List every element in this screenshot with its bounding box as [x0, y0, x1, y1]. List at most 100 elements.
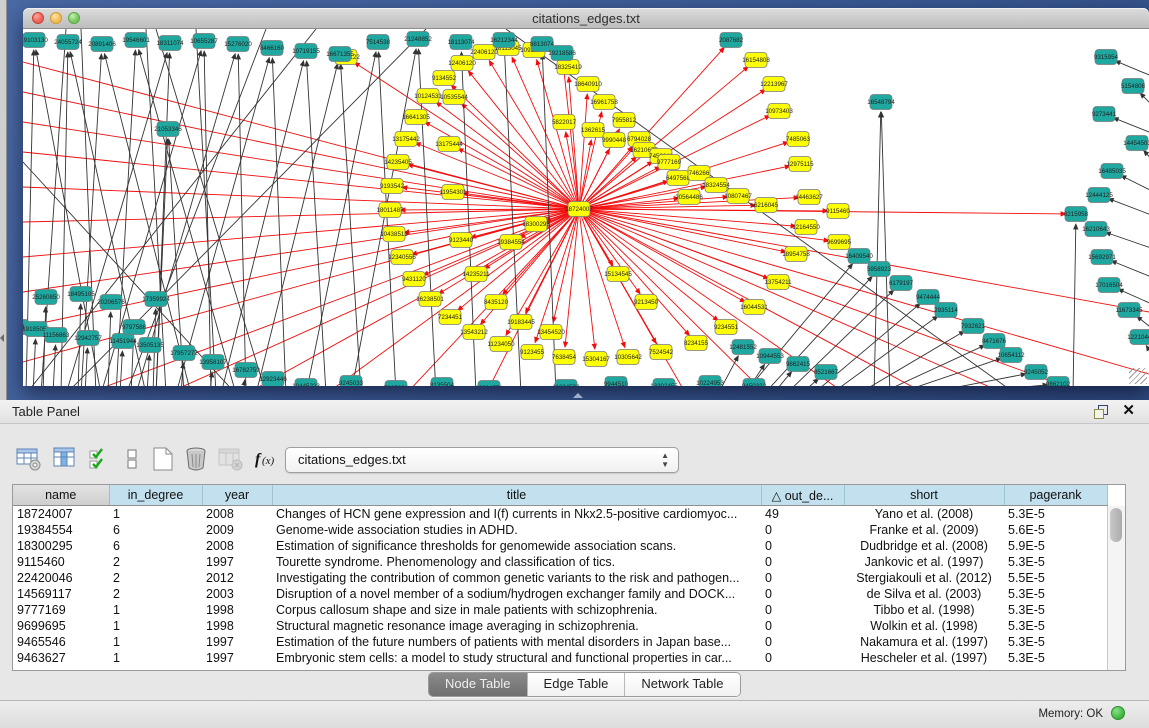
- graph-node[interactable]: 18300295: [522, 217, 550, 232]
- graph-node[interactable]: 9474444: [916, 290, 941, 305]
- graph-node[interactable]: 13543212: [460, 325, 488, 340]
- graph-node[interactable]: 7932621: [961, 319, 986, 334]
- graph-node[interactable]: 20891406: [88, 37, 116, 52]
- graph-node[interactable]: 11234050: [487, 337, 515, 352]
- graph-node[interactable]: 6179197: [889, 276, 914, 291]
- graph-node[interactable]: 16409540: [845, 249, 873, 264]
- graph-node[interactable]: 13454520: [537, 325, 565, 340]
- graph-node[interactable]: 14454503: [1123, 136, 1149, 151]
- graph-node[interactable]: 18495105: [67, 287, 95, 302]
- graph-node[interactable]: 20206576: [97, 295, 125, 310]
- graph-node[interactable]: 5958923: [867, 262, 892, 277]
- graph-node[interactable]: 7485063: [786, 132, 811, 147]
- column-header-name[interactable]: name: [13, 485, 109, 506]
- select-all-columns-button[interactable]: [86, 444, 116, 474]
- graph-node[interactable]: 2087682: [719, 33, 744, 48]
- table-row[interactable]: 2242004622012Investigating the contribut…: [13, 570, 1107, 586]
- graph-node[interactable]: 9115460: [826, 204, 850, 219]
- graph-node[interactable]: 15134545: [604, 267, 632, 282]
- function-builder-button[interactable]: f(x): [252, 444, 286, 474]
- left-collapsed-panel[interactable]: [0, 0, 7, 400]
- graph-node[interactable]: 6497568: [666, 171, 691, 186]
- table-selector-dropdown[interactable]: citations_edges.txt ▲▼: [285, 447, 679, 473]
- graph-node[interactable]: 19218586: [548, 46, 576, 61]
- graph-node[interactable]: 13754211: [764, 275, 792, 290]
- graph-node[interactable]: 9862102: [1046, 377, 1071, 387]
- graph-node[interactable]: 9862415: [786, 357, 811, 372]
- graph-node[interactable]: 13175444: [435, 137, 463, 152]
- graph-node[interactable]: 12444125: [1085, 188, 1113, 203]
- graph-node[interactable]: 12213967: [760, 77, 788, 92]
- graph-node[interactable]: 9234551: [714, 320, 739, 335]
- graph-node[interactable]: 16238501: [416, 292, 444, 307]
- tab-edge-table[interactable]: Edge Table: [528, 673, 626, 696]
- graph-node[interactable]: 9797588: [122, 320, 147, 335]
- graph-node[interactable]: 12942757: [74, 331, 102, 346]
- citation-network-graph[interactable]: 1872400710921344181130452240612012406120…: [23, 29, 1149, 386]
- graph-node[interactable]: 15692971: [1088, 250, 1116, 265]
- graph-node[interactable]: 9245052: [1024, 365, 1049, 380]
- graph-node[interactable]: 9134552: [432, 71, 457, 86]
- graph-node[interactable]: 12340556: [388, 250, 416, 265]
- graph-node[interactable]: 10944553: [756, 349, 784, 364]
- graph-node[interactable]: 16212344: [490, 33, 518, 48]
- new-column-button[interactable]: [148, 444, 178, 474]
- graph-node[interactable]: 16548794: [867, 95, 895, 110]
- graph-node[interactable]: 8234155: [684, 336, 709, 351]
- graph-node[interactable]: 24055724: [54, 35, 82, 50]
- graph-node[interactable]: 18324554: [702, 178, 730, 193]
- graph-node[interactable]: 15304167: [582, 352, 610, 367]
- graph-node[interactable]: 9990448: [602, 133, 627, 148]
- graph-node[interactable]: 11451944: [109, 334, 137, 349]
- column-header-year[interactable]: year: [202, 485, 272, 506]
- graph-node[interactable]: 16044531: [740, 300, 768, 315]
- unselect-columns-button[interactable]: [118, 444, 148, 474]
- graph-node[interactable]: 9699695: [827, 235, 852, 250]
- scrollbar-thumb[interactable]: [1110, 508, 1122, 542]
- graph-node[interactable]: 19546601: [122, 33, 150, 48]
- table-settings-button[interactable]: [14, 444, 44, 474]
- graph-node[interactable]: 10719155: [292, 44, 320, 59]
- graph-node[interactable]: 16961758: [590, 95, 618, 110]
- graph-node[interactable]: 18724007: [565, 202, 593, 217]
- graph-node[interactable]: 14235211: [462, 267, 490, 282]
- graph-node[interactable]: 21053346: [154, 122, 182, 137]
- graph-node[interactable]: 13958107: [199, 355, 227, 370]
- graph-node[interactable]: 16210643: [1082, 222, 1110, 237]
- table-row[interactable]: 1830029562008Estimation of significance …: [13, 538, 1107, 554]
- graph-node[interactable]: 7635201: [384, 381, 409, 387]
- tab-node-table[interactable]: Node Table: [429, 673, 528, 696]
- graph-node[interactable]: 9245033: [339, 376, 364, 387]
- graph-node[interactable]: 18640910: [574, 77, 602, 92]
- graph-node[interactable]: 14235405: [384, 155, 412, 170]
- graph-node[interactable]: 9315954: [1094, 50, 1119, 65]
- graph-node[interactable]: 7638454: [552, 350, 577, 365]
- graph-node[interactable]: 10234551: [475, 381, 503, 387]
- graph-node[interactable]: 16485035: [1098, 164, 1126, 179]
- graph-node[interactable]: 16671355: [326, 47, 354, 62]
- collapse-arrow-icon[interactable]: [0, 334, 4, 342]
- graph-node[interactable]: 18954758: [782, 247, 810, 262]
- graph-node[interactable]: 10438513: [380, 227, 408, 242]
- graph-node[interactable]: 8135504: [430, 378, 455, 387]
- graph-node[interactable]: 18311074: [156, 36, 184, 51]
- graph-node[interactable]: 7524542: [649, 345, 674, 360]
- tab-network-table[interactable]: Network Table: [625, 673, 739, 696]
- graph-node[interactable]: 7955812: [612, 113, 637, 128]
- table-row[interactable]: 1938455462009Genome-wide association stu…: [13, 522, 1107, 538]
- graph-node[interactable]: 16641305: [402, 110, 430, 125]
- graph-node[interactable]: 9944510: [604, 377, 629, 387]
- graph-node[interactable]: 18113074: [447, 35, 475, 50]
- graph-node[interactable]: 10655287: [190, 34, 218, 49]
- graph-node[interactable]: 19183445: [507, 315, 535, 330]
- graph-node[interactable]: 11234502: [552, 380, 580, 387]
- show-columns-button[interactable]: [50, 444, 80, 474]
- graph-node[interactable]: 9777169: [657, 155, 682, 170]
- graph-node[interactable]: 8215958: [1064, 207, 1089, 222]
- graph-node[interactable]: 9193542: [380, 179, 405, 194]
- graph-node[interactable]: 11954301: [439, 185, 467, 200]
- table-row[interactable]: 946554611997Estimation of the future num…: [13, 634, 1107, 650]
- graph-node[interactable]: 6216045: [754, 198, 779, 213]
- graph-node[interactable]: 12406120: [448, 56, 476, 71]
- table-row[interactable]: 1872400712008Changes of HCN gene express…: [13, 506, 1107, 523]
